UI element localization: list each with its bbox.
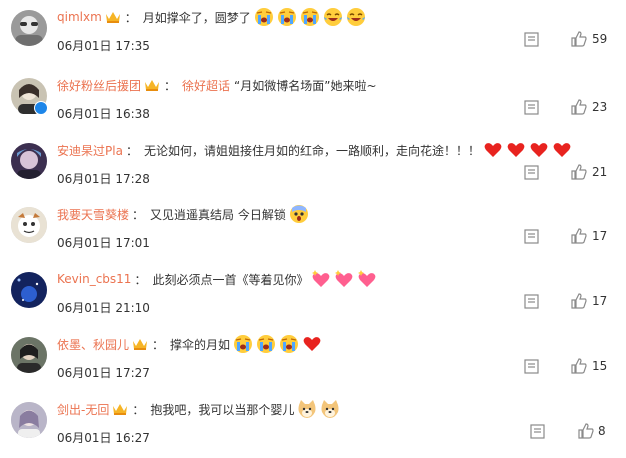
laugh-tears-emoji-icon — [346, 8, 365, 26]
reply-icon[interactable] — [524, 32, 539, 47]
crown-badge-icon[interactable] — [105, 10, 121, 24]
sparkle-heart-emoji-icon — [335, 270, 353, 287]
comment-time: 06月01日 16:27 — [57, 431, 150, 445]
red-heart-emoji-icon — [303, 337, 321, 351]
comment-time: 06月01日 17:35 — [57, 39, 150, 53]
doge-emoji-icon — [321, 400, 339, 418]
comment-time: 06月01日 17:28 — [57, 172, 150, 186]
comment-text: 抱我吧，我可以当那个婴儿 — [150, 402, 295, 417]
cry-face-emoji-icon — [254, 8, 273, 26]
comment-text: 此刻必须点一首《等着见你》 — [152, 272, 309, 287]
avatar-image — [11, 337, 47, 373]
red-heart-emoji-icon — [484, 143, 502, 157]
comment-item: 依墨、秋园儿 ： 撑伞的月如 06月01日 17:27 15 — [0, 327, 626, 393]
doge-emoji-icon — [298, 400, 316, 418]
avatar-image — [11, 143, 47, 179]
like-icon[interactable] — [571, 228, 587, 244]
avatar-image — [11, 272, 47, 308]
comment-item: qimlxm ： 月如撑伞了，圆梦了 06月01日 17:35 59 — [0, 0, 626, 66]
crown-badge-icon[interactable] — [144, 78, 160, 92]
avatar[interactable] — [11, 10, 47, 46]
like-count: 21 — [592, 165, 608, 179]
mention-link[interactable]: 徐好超话 — [182, 77, 230, 94]
cry-face-emoji-icon — [300, 8, 319, 26]
username-link[interactable]: 剑出-无回 — [57, 401, 109, 418]
red-heart-emoji-icon — [507, 143, 525, 157]
red-heart-emoji-icon — [553, 143, 571, 157]
comment-text: “月如微博名场面”她来啦~ — [234, 78, 377, 93]
like-icon[interactable] — [571, 293, 587, 309]
comment-list: qimlxm ： 月如撑伞了，圆梦了 06月01日 17:35 59 徐好粉丝后… — [0, 0, 626, 449]
avatar[interactable] — [11, 78, 48, 115]
like-icon[interactable] — [571, 99, 587, 115]
like-count: 8 — [598, 424, 606, 438]
comment-item: 安迪杲过Pla ： 无论如何，请姐姐接住月如的红命，一路顺利，走向花途！！！ 0… — [0, 133, 626, 199]
like-count: 23 — [592, 100, 608, 114]
reply-icon[interactable] — [524, 229, 539, 244]
comment-time: 06月01日 21:10 — [57, 301, 150, 315]
comment-time: 06月01日 16:38 — [57, 107, 150, 121]
cry-face-emoji-icon — [234, 335, 253, 353]
reply-icon[interactable] — [524, 294, 539, 309]
avatar[interactable] — [11, 143, 47, 179]
avatar[interactable] — [11, 402, 47, 438]
comment-text: 又见逍遥真结局 今日解锁 — [150, 207, 286, 222]
like-icon[interactable] — [578, 423, 594, 439]
like-icon[interactable] — [571, 31, 587, 47]
crown-badge-icon[interactable] — [132, 337, 148, 351]
like-count: 17 — [592, 229, 608, 243]
red-heart-emoji-icon — [530, 143, 548, 157]
comment-text: 撑伞的月如 — [170, 337, 231, 352]
verified-badge-icon — [34, 101, 48, 115]
avatar[interactable] — [11, 207, 47, 243]
like-count: 15 — [592, 359, 608, 373]
reply-icon[interactable] — [524, 100, 539, 115]
comment-time: 06月01日 17:27 — [57, 366, 150, 380]
avatar-image — [11, 402, 47, 438]
like-icon[interactable] — [571, 358, 587, 374]
username-link[interactable]: 安迪杲过Pla — [57, 142, 123, 159]
username-link[interactable]: 我要天雪葵楼 — [57, 206, 129, 223]
reply-icon[interactable] — [524, 359, 539, 374]
crown-badge-icon[interactable] — [112, 402, 128, 416]
username-link[interactable]: 徐好粉丝后援团 — [57, 77, 141, 94]
laugh-tears-emoji-icon — [323, 8, 342, 26]
comment-text: 无论如何，请姐姐接住月如的红命，一路顺利，走向花途！！！ — [143, 143, 480, 158]
reply-icon[interactable] — [524, 165, 539, 180]
like-count: 17 — [592, 294, 608, 308]
username-link[interactable]: qimlxm — [57, 10, 102, 24]
comment-item: Kevin_cbs11 ： 此刻必须点一首《等着见你》 06月01日 21:10… — [0, 262, 626, 328]
comment-time: 06月01日 17:01 — [57, 236, 150, 250]
username-link[interactable]: Kevin_cbs11 — [57, 272, 131, 286]
like-count: 59 — [592, 32, 608, 46]
avatar-image — [11, 207, 47, 243]
avatar[interactable] — [11, 272, 47, 308]
avatar-image — [11, 10, 47, 46]
comment-item: 我要天雪葵楼 ： 又见逍遥真结局 今日解锁 06月01日 17:01 17 — [0, 197, 626, 263]
avatar[interactable] — [11, 337, 47, 373]
scared-face-emoji-icon — [289, 205, 308, 223]
username-link[interactable]: 依墨、秋园儿 — [57, 336, 129, 353]
comment-item: 徐好粉丝后援团 ： 徐好超话 “月如微博名场面”她来啦~ 06月01日 16:3… — [0, 68, 626, 134]
reply-icon[interactable] — [530, 424, 545, 439]
cry-face-emoji-icon — [280, 335, 299, 353]
comment-item: 剑出-无回 ： 抱我吧，我可以当那个婴儿 06月01日 16:27 8 — [0, 392, 626, 458]
sparkle-heart-emoji-icon — [358, 270, 376, 287]
like-icon[interactable] — [571, 164, 587, 180]
sparkle-heart-emoji-icon — [312, 270, 330, 287]
cry-face-emoji-icon — [277, 8, 296, 26]
comment-text: 月如撑伞了，圆梦了 — [142, 10, 251, 25]
cry-face-emoji-icon — [257, 335, 276, 353]
